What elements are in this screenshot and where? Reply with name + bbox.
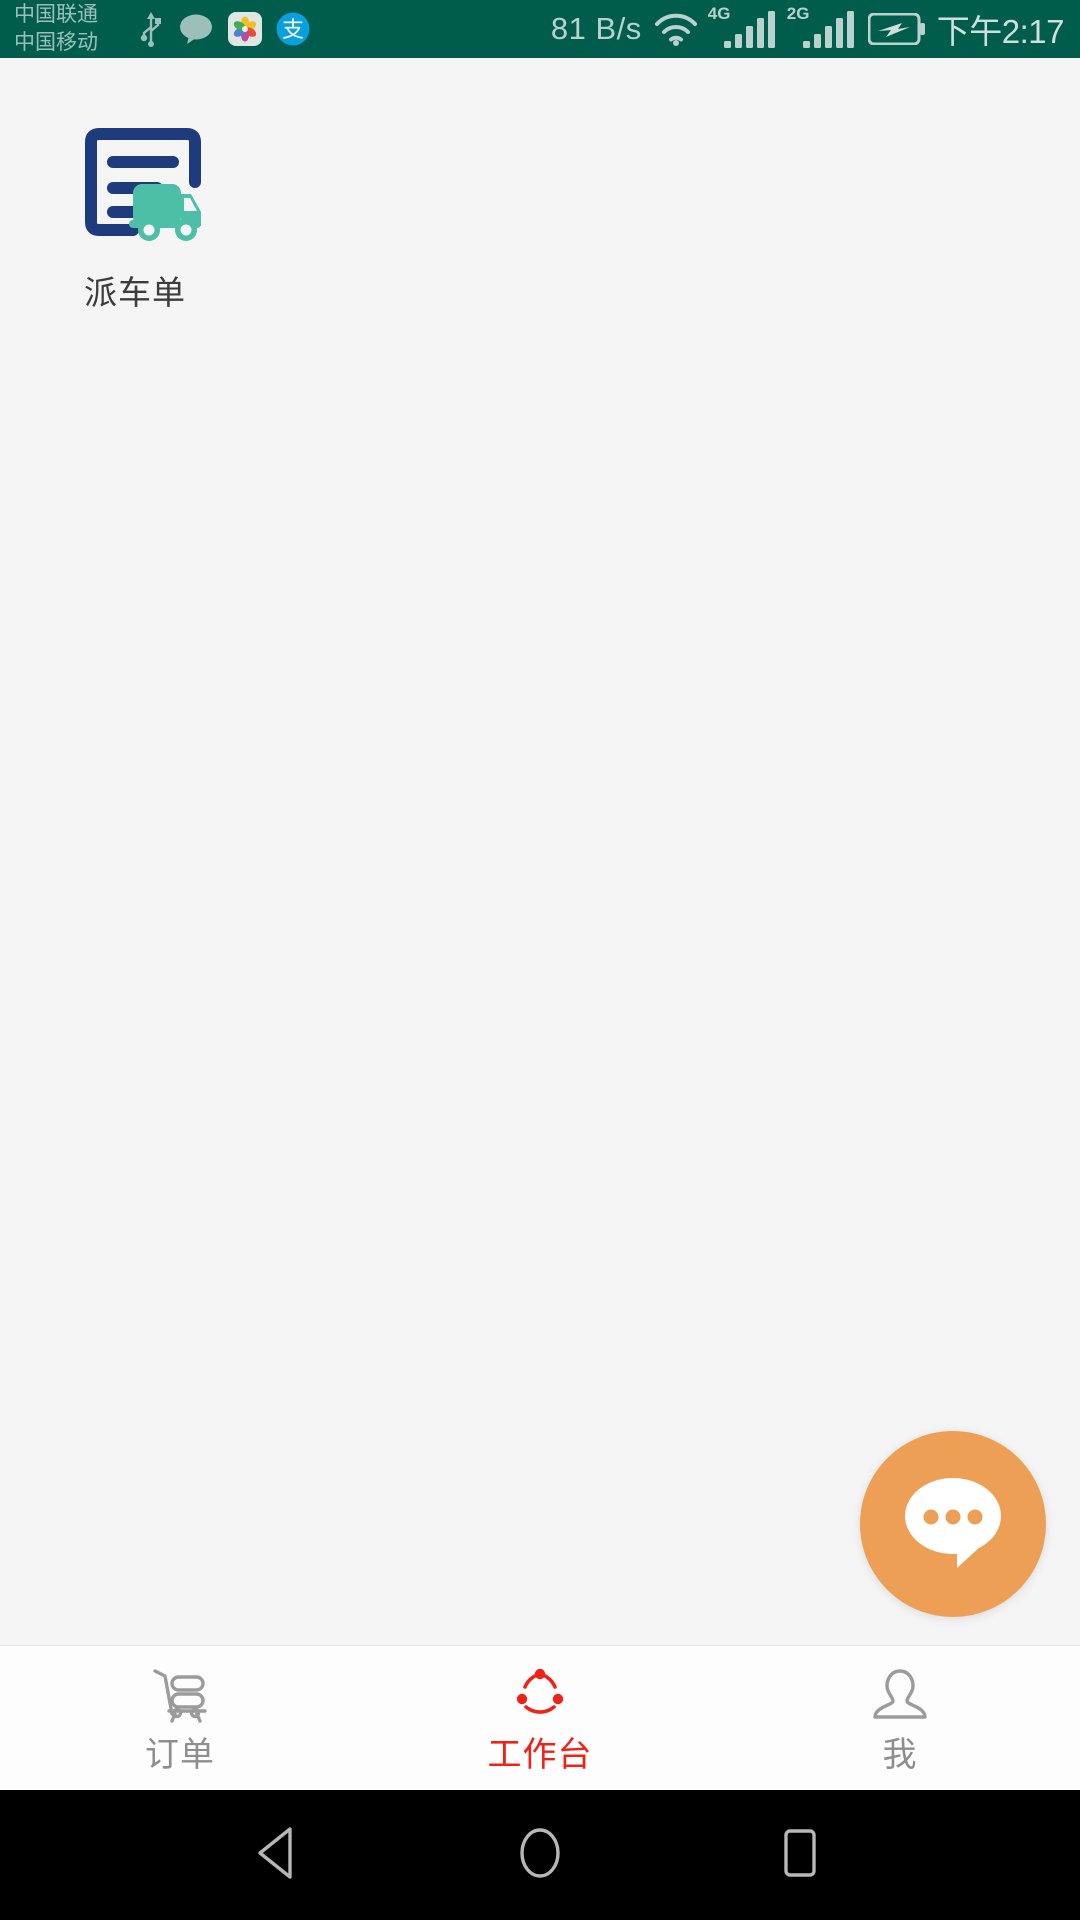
signal-4g: 4G xyxy=(708,4,778,48)
chat-bubble-dots-icon xyxy=(901,1474,1005,1575)
tab-label-me: 我 xyxy=(882,1736,918,1774)
status-bar-system-icons: 81 B/s 4G 2G 下午2:17 xyxy=(550,4,1065,53)
nav-back-button[interactable] xyxy=(220,1795,340,1915)
tab-label-workbench: 工作台 xyxy=(487,1736,593,1774)
android-navigation-bar xyxy=(0,1790,1080,1920)
svg-text:支: 支 xyxy=(282,17,304,42)
chat-fab-button[interactable] xyxy=(860,1431,1046,1617)
bottom-tab-bar: 订单 工作台 我 xyxy=(0,1645,1080,1790)
dispatch-order-truck-icon xyxy=(69,116,201,248)
app-grid: 派车单 xyxy=(0,58,1080,312)
signal-4g-label: 4G xyxy=(707,4,731,23)
nav-recents-button[interactable] xyxy=(740,1795,860,1915)
photos-app-icon xyxy=(228,12,262,46)
tab-workbench[interactable]: 工作台 xyxy=(360,1646,720,1790)
signal-2g-label: 2G xyxy=(786,4,810,23)
carrier-labels: 中国联通 中国移动 xyxy=(14,1,132,57)
app-item-dispatch-order[interactable]: 派车单 xyxy=(0,116,270,312)
status-bar-clock: 下午2:17 xyxy=(936,13,1065,50)
nav-home-button[interactable] xyxy=(480,1795,600,1915)
tab-orders[interactable]: 订单 xyxy=(0,1646,360,1790)
status-bar: 中国联通 中国移动 支 81 B/s 4G 2G 下午2:17 xyxy=(0,0,1080,58)
wifi-icon xyxy=(653,11,699,47)
signal-2g: 2G xyxy=(787,4,857,48)
message-bubble-icon xyxy=(178,13,214,45)
square-recents-icon xyxy=(774,1825,826,1886)
status-bar-notification-icons: 支 xyxy=(138,11,310,47)
network-speed: 81 B/s xyxy=(550,11,642,46)
workbench-dots-circle-icon xyxy=(509,1667,571,1727)
tab-me[interactable]: 我 xyxy=(720,1646,1080,1790)
workspace-content: 派车单 xyxy=(0,58,1080,1645)
person-icon xyxy=(869,1667,931,1727)
shopping-cart-icon xyxy=(149,1667,211,1727)
tab-label-orders: 订单 xyxy=(145,1736,215,1774)
usb-icon xyxy=(138,11,164,47)
alipay-icon: 支 xyxy=(276,12,310,46)
carrier-primary: 中国联通 xyxy=(14,3,98,26)
phone-screen: 中国联通 中国移动 支 81 B/s 4G 2G 下午2:17 派车单 订单 工… xyxy=(0,0,1080,1920)
carrier-secondary: 中国移动 xyxy=(14,31,98,54)
triangle-back-icon xyxy=(254,1825,306,1886)
battery-charging-icon xyxy=(867,13,926,45)
app-label-dispatch-order: 派车单 xyxy=(84,274,186,311)
circle-home-icon xyxy=(514,1825,566,1886)
